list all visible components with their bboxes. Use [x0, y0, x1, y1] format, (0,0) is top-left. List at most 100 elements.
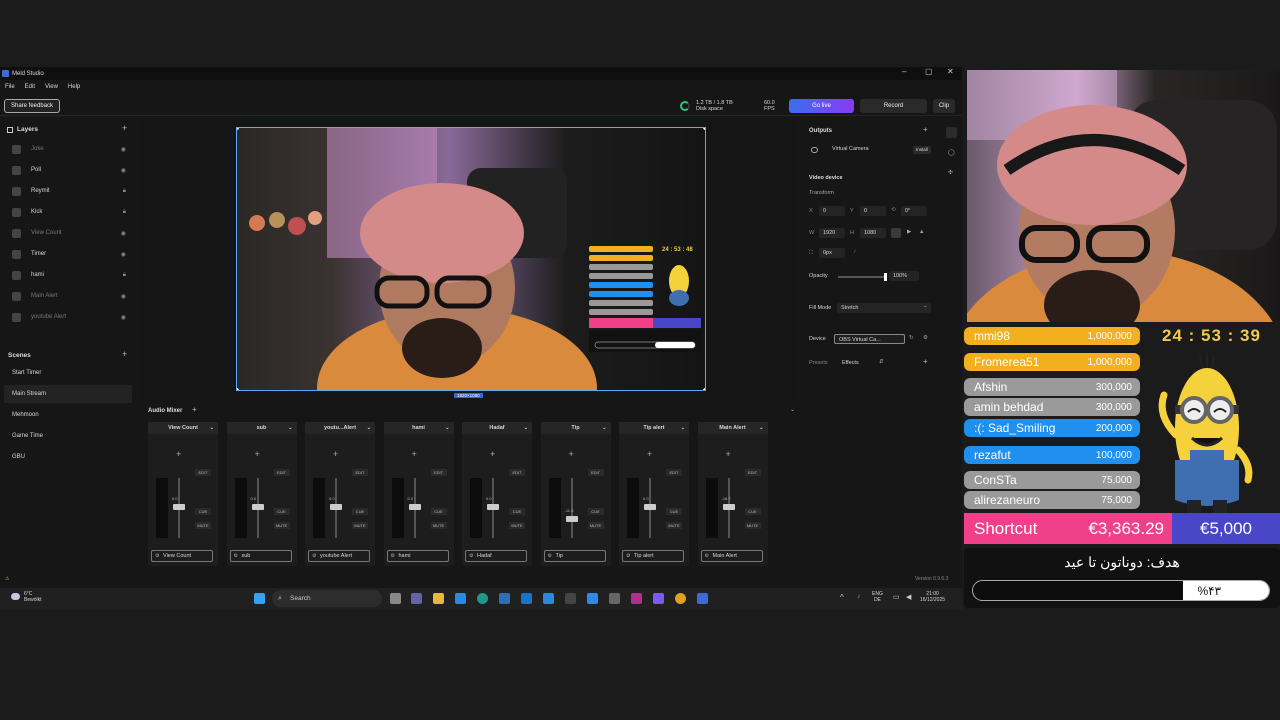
edit-button[interactable]: EDIT [587, 469, 604, 476]
share-feedback-button[interactable]: Share feedback [4, 99, 61, 113]
fader-knob[interactable] [251, 504, 264, 510]
fill-mode-select[interactable]: Stretch [837, 303, 931, 313]
channel-header[interactable]: Tip alert ⌄ [619, 422, 689, 434]
channel-header[interactable]: View Count ⌄ [148, 422, 218, 434]
width-input[interactable]: 1920 [819, 228, 845, 238]
close-button[interactable]: ✕ [947, 67, 954, 76]
mute-button[interactable]: MUTE [744, 522, 761, 529]
resize-handle[interactable] [703, 388, 705, 390]
volume-icon[interactable]: ◀ [906, 593, 911, 601]
eye-icon[interactable]: ◉ [121, 251, 126, 258]
store-icon[interactable] [455, 593, 466, 604]
scene-item[interactable]: Mehmoon [4, 406, 132, 424]
edit-button[interactable]: EDIT [352, 469, 368, 476]
crop-input[interactable]: 0px [819, 248, 845, 258]
channel-name[interactable]: youtube Alert [308, 550, 370, 562]
chat-icon[interactable]: ◯ [948, 149, 955, 156]
layer-item[interactable]: Joke ◉ [12, 140, 132, 158]
y-input[interactable]: 0 [860, 206, 886, 216]
layer-item[interactable]: Poll ◉ [12, 161, 132, 179]
channel-header[interactable]: Tip ⌄ [540, 422, 611, 434]
mic-icon[interactable]: ♪ [857, 593, 861, 600]
eye-icon[interactable]: ◉ [121, 293, 126, 300]
edit-button[interactable]: EDIT [430, 469, 447, 476]
opacity-slider-knob[interactable] [884, 273, 887, 281]
effects-tab[interactable]: Effects [842, 360, 859, 366]
lock-icon[interactable]: 🔒︎ [123, 272, 126, 279]
clip-button[interactable]: Clip [933, 99, 955, 113]
stream-preview[interactable]: 24 : 53 : 48 [236, 127, 706, 391]
edit-button[interactable]: EDIT [195, 469, 211, 476]
virtual-camera-label[interactable]: Virtual Camera [832, 146, 869, 152]
channel-name[interactable]: Hadaf [465, 550, 527, 562]
chrome-icon[interactable] [675, 593, 686, 604]
eye-icon[interactable]: ◉ [121, 146, 126, 153]
lock-icon[interactable]: 🔒︎ [123, 209, 126, 216]
layer-item[interactable]: Timer ◉ [12, 245, 132, 263]
layer-item[interactable]: Reymit 🔒︎ [12, 182, 132, 200]
channel-name[interactable]: Tip [543, 550, 606, 562]
mute-button[interactable]: MUTE [352, 522, 368, 529]
add-output-button[interactable]: + [923, 125, 928, 134]
menu-view[interactable]: View [40, 81, 63, 93]
edit-button[interactable]: EDIT [744, 469, 761, 476]
layout-icon[interactable] [946, 127, 957, 138]
cue-button[interactable]: CUE [744, 508, 761, 515]
channel-header[interactable]: youtu...Alert ⌄ [305, 422, 375, 434]
flip-icon[interactable]: ▶ [907, 229, 911, 235]
edit-button[interactable]: EDIT [509, 469, 525, 476]
channel-header[interactable]: Hadaf ⌄ [462, 422, 532, 434]
add-filter-button[interactable]: + [490, 449, 495, 459]
install-button[interactable]: Install [913, 146, 931, 154]
eye-icon[interactable]: ◉ [121, 230, 126, 237]
layer-item[interactable]: View Count ◉ [12, 224, 132, 242]
layer-item[interactable]: youtube Alert ◉ [12, 308, 132, 326]
scene-item[interactable]: GBU [4, 448, 132, 466]
mute-button[interactable]: MUTE [195, 522, 211, 529]
app-icon[interactable] [499, 593, 510, 604]
language-indicator[interactable]: ENG DE [872, 591, 883, 603]
windows-start-icon[interactable] [254, 593, 265, 604]
cue-button[interactable]: CUE [273, 508, 290, 515]
add-filter-button[interactable]: + [176, 449, 181, 459]
fader-knob[interactable] [722, 504, 735, 510]
add-audio-button[interactable]: + [192, 405, 197, 414]
add-filter-button[interactable]: + [647, 449, 652, 459]
mixer-collapse-icon[interactable]: ⌄ [790, 406, 795, 413]
channel-name[interactable]: hami [386, 550, 449, 562]
menu-file[interactable]: File [0, 81, 20, 93]
channel-name[interactable]: Main Alert [700, 550, 763, 562]
add-layer-button[interactable]: + [122, 123, 127, 133]
clock[interactable]: 21:00 16/12/2025 [920, 591, 945, 603]
layer-item[interactable]: Main Alert ◉ [12, 287, 132, 305]
eye-icon[interactable]: ◉ [121, 167, 126, 174]
edge-icon[interactable] [477, 593, 488, 604]
rotation-input[interactable]: 0° [901, 206, 927, 216]
fader-knob[interactable] [173, 504, 185, 510]
layer-item[interactable]: Kick 🔒︎ [12, 203, 132, 221]
layer-item[interactable]: hami 🔒︎ [12, 266, 132, 284]
menu-edit[interactable]: Edit [20, 81, 40, 93]
go-live-button[interactable]: Go live [789, 99, 854, 113]
mute-button[interactable]: MUTE [587, 522, 604, 529]
add-effect-button[interactable]: + [923, 357, 928, 366]
cue-button[interactable]: CUE [430, 508, 447, 515]
app-icon[interactable] [521, 593, 532, 604]
eye-icon[interactable]: ◉ [121, 314, 126, 321]
menu-help[interactable]: Help [63, 81, 85, 93]
mute-button[interactable]: MUTE [273, 522, 290, 529]
cue-button[interactable]: CUE [587, 508, 604, 515]
edit-button[interactable]: EDIT [273, 469, 290, 476]
channel-header[interactable]: hami ⌄ [383, 422, 454, 434]
app-icon[interactable] [653, 593, 664, 604]
edit-button[interactable]: EDIT [666, 469, 682, 476]
cue-button[interactable]: CUE [352, 508, 368, 515]
teams-icon[interactable] [411, 593, 422, 604]
lock-icon[interactable]: 🔒︎ [123, 188, 126, 195]
channel-header[interactable]: Main Alert ⌄ [697, 422, 768, 434]
app-icon[interactable] [609, 593, 620, 604]
mute-button[interactable]: MUTE [666, 522, 682, 529]
device-select[interactable]: OBS Virtual Ca... [834, 334, 905, 344]
taskbar-search[interactable]: ⌕ Search [272, 590, 382, 607]
maximize-button[interactable]: ▢ [925, 67, 933, 76]
